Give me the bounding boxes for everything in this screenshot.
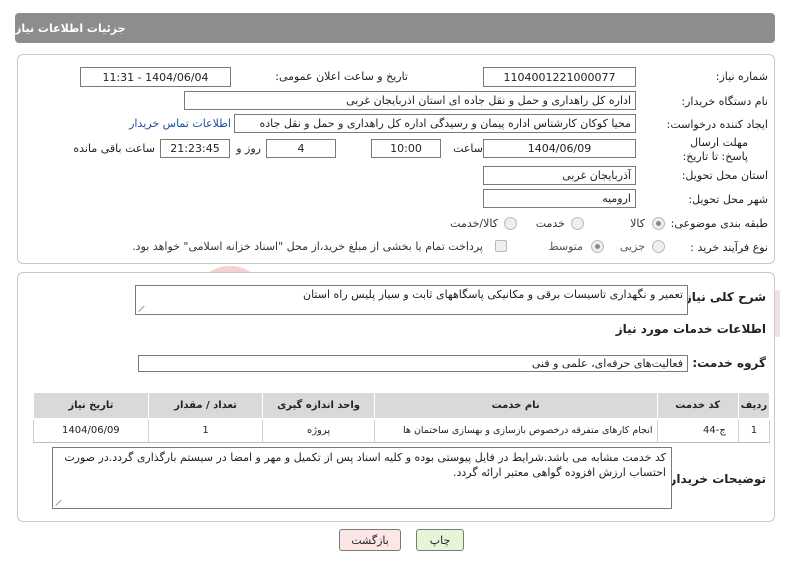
need-description-label: شرح کلی نیاز:: [680, 290, 766, 304]
table-row: 1 ج-44 انجام کارهای متفرقه درخصوص بازساز…: [33, 418, 771, 443]
category-label: طبقه بندی موضوعی:: [670, 217, 768, 230]
back-button[interactable]: بازگشت: [339, 529, 401, 551]
requester-label: ایجاد کننده درخواست:: [666, 118, 768, 131]
deadline-time-label: ساعت: [453, 142, 483, 155]
province-label: استان محل تحویل:: [681, 169, 768, 182]
category-radio-goods-service[interactable]: [504, 217, 517, 230]
col-header-code: کد خدمت: [656, 392, 739, 420]
cell-unit: پروژه: [262, 418, 375, 443]
process-radio-medium[interactable]: [591, 240, 604, 253]
cell-index: 1: [737, 418, 771, 443]
description-resize-handle[interactable]: [139, 304, 147, 312]
buyer-notes-text: کد خدمت مشابه می باشد.شرایط در فایل پیوس…: [64, 451, 666, 479]
need-description-text: تعمیر و نگهداری تاسیسات برقی و مکانیکی پ…: [303, 288, 683, 301]
services-table: ردیف کد خدمت نام خدمت واحد اندازه گیری ت…: [33, 392, 771, 443]
process-option-medium: متوسط: [548, 240, 583, 253]
col-header-unit: واحد اندازه گیری: [262, 392, 375, 420]
cell-qty: 1: [147, 418, 264, 443]
process-option-minor: جزیی: [619, 240, 645, 253]
buyer-contact-link[interactable]: اطلاعات تماس خریدار: [129, 117, 231, 130]
category-option-goods: کالا: [630, 217, 645, 230]
process-type-label: نوع فرآیند خرید :: [690, 241, 768, 254]
buyer-org-field: اداره کل راهداری و حمل و نقل جاده ای است…: [184, 91, 636, 110]
remaining-time-label: ساعت باقی مانده: [73, 142, 155, 155]
province-field: آذربایجان غربی: [483, 166, 636, 185]
col-header-qty: تعداد / مقدار: [147, 392, 264, 420]
announce-datetime-field: 1404/06/04 - 11:31: [80, 67, 231, 87]
need-number-label: شماره نیاز:: [715, 70, 768, 83]
notes-resize-handle[interactable]: [56, 498, 64, 506]
deadline-time-field: 10:00: [371, 139, 441, 158]
print-button[interactable]: چاپ: [416, 529, 464, 551]
page-title-bar: جزئیات اطلاعات نیاز: [15, 13, 775, 43]
announce-datetime-label: تاریخ و ساعت اعلان عمومی:: [275, 70, 408, 83]
days-remaining-field: 4: [266, 139, 336, 158]
need-description-box: تعمیر و نگهداری تاسیسات برقی و مکانیکی پ…: [135, 285, 688, 315]
cell-name: انجام کارهای متفرقه درخصوص بازسازی و بهس…: [373, 418, 658, 443]
col-header-row: ردیف: [737, 392, 771, 420]
cell-code: ج-44: [656, 418, 739, 443]
remaining-time-field: 21:23:45: [160, 139, 230, 158]
days-label: روز و: [236, 142, 261, 155]
page-title: جزئیات اطلاعات نیاز: [15, 21, 126, 35]
category-option-service: خدمت: [535, 217, 565, 230]
buyer-notes-label: توضیحات خریدار:: [664, 472, 766, 486]
category-option-goods-service: کالا/خدمت: [450, 217, 498, 230]
process-radio-minor[interactable]: [652, 240, 665, 253]
buyer-org-label: نام دستگاه خریدار:: [681, 95, 768, 108]
need-number-field: 1104001221000077: [483, 67, 636, 87]
category-radio-goods[interactable]: [652, 217, 665, 230]
treasury-payment-checkbox[interactable]: [495, 240, 507, 252]
deadline-label: مهلت ارسال پاسخ: تا تاریخ:: [682, 136, 748, 163]
col-header-date: تاریخ نیاز: [33, 392, 149, 420]
service-group-field: فعالیت‌های حرفه‌ای، علمی و فنی: [138, 355, 688, 372]
city-label: شهر محل تحویل:: [688, 193, 768, 206]
city-field: ارومیه: [483, 189, 636, 208]
services-section-title: اطلاعات خدمات مورد نیاز: [615, 322, 766, 336]
buyer-notes-box: کد خدمت مشابه می باشد.شرایط در فایل پیوس…: [52, 447, 672, 509]
deadline-date-field: 1404/06/09: [483, 139, 636, 158]
treasury-payment-note: پرداخت تمام یا بخشی از مبلغ خرید،از محل …: [132, 240, 483, 253]
requester-field: محیا کوکان کارشناس اداره پیمان و رسیدگی …: [234, 114, 636, 133]
cell-date: 1404/06/09: [33, 418, 149, 443]
service-group-label: گروه خدمت:: [692, 356, 766, 370]
col-header-name: نام خدمت: [373, 392, 658, 420]
category-radio-service[interactable]: [571, 217, 584, 230]
